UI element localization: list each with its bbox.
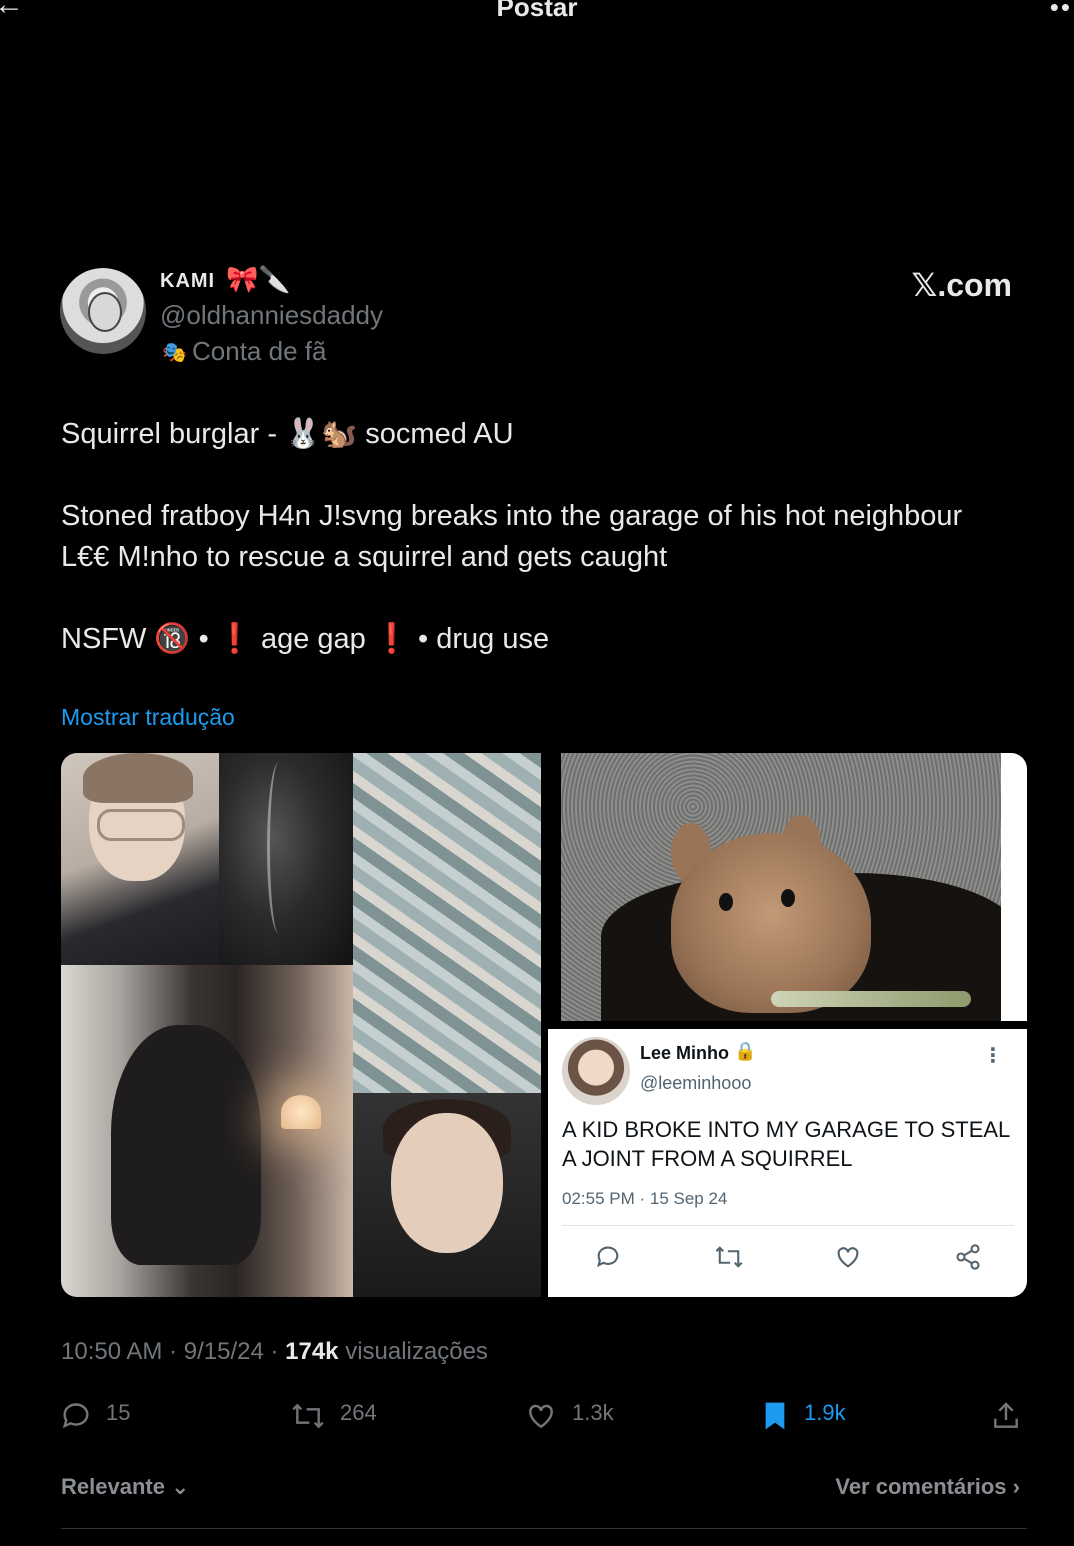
author-handle[interactable]: @oldhanniesdaddy: [160, 300, 383, 331]
divider: [61, 1528, 1027, 1529]
embedded-retweet-icon: [714, 1243, 744, 1278]
author-avatar[interactable]: [60, 268, 146, 354]
photo-smoke[interactable]: [219, 753, 353, 965]
embedded-divider: [562, 1225, 1014, 1226]
lock-icon: 🔒: [734, 1041, 757, 1061]
repost-icon: [290, 1398, 326, 1429]
tweet-meta: 10:50 AM · 9/15/24 · 174k visualizações: [61, 1338, 488, 1366]
photo-squirrel[interactable]: [561, 753, 1001, 1021]
tweet-text-line: NSFW 🔞 • ❗ age gap ❗ • drug use: [61, 623, 550, 655]
embedded-tweet-screenshot[interactable]: Lee Minho 🔒 @leeminhooo ⋮ A KID BROKE IN…: [548, 1029, 1027, 1297]
media-divider: [541, 753, 548, 1297]
photo-boy-glasses[interactable]: [61, 753, 219, 965]
share-button[interactable]: [990, 1398, 1036, 1432]
show-translation-link[interactable]: Mostrar tradução: [61, 704, 235, 731]
view-comments-link[interactable]: Ver comentários ›: [835, 1474, 1020, 1500]
reply-icon: [60, 1398, 92, 1429]
x-logo: 𝕏.com: [911, 267, 1012, 303]
view-count: 174k: [285, 1338, 339, 1365]
photo-hug[interactable]: [61, 965, 353, 1297]
reply-count: 15: [106, 1400, 131, 1425]
bookmark-count: 1.9k: [804, 1400, 846, 1425]
embedded-name: Lee Minho: [640, 1043, 729, 1063]
more-icon[interactable]: ••: [1050, 0, 1072, 23]
embedded-like-icon: [834, 1243, 862, 1278]
fan-account-label: Conta de fã: [192, 336, 327, 366]
embedded-handle: @leeminhooo: [640, 1073, 752, 1093]
repost-button[interactable]: 264: [290, 1398, 377, 1432]
bookmark-button[interactable]: 1.9k: [760, 1398, 846, 1432]
embedded-more-icon: ⋮: [983, 1045, 1003, 1067]
media-grid: Lee Minho 🔒 @leeminhooo ⋮ A KID BROKE IN…: [61, 753, 1027, 1297]
embedded-time: 02:55 PM · 15 Sep 24: [562, 1189, 728, 1208]
repost-count: 264: [340, 1400, 377, 1425]
reply-button[interactable]: 15: [60, 1398, 130, 1432]
bookmark-icon: [760, 1398, 790, 1429]
media-divider: [548, 1021, 1027, 1029]
mask-icon: 🎭: [162, 342, 187, 364]
photo-boy-tongue[interactable]: [353, 1093, 541, 1297]
tweet-text-line: Squirrel burglar - 🐰🐿️ socmed AU: [61, 418, 514, 450]
author-name-emojis: 🎀🔪: [226, 264, 291, 294]
author-name[interactable]: KAMI: [160, 270, 215, 293]
page-title: Postar: [496, 0, 578, 22]
embedded-reply-icon: [594, 1243, 622, 1278]
embedded-share-icon: [954, 1243, 982, 1278]
tweet-text-line: L€€ M!nho to rescue a squirrel and gets …: [61, 541, 668, 573]
heart-icon: [524, 1398, 558, 1429]
media-margin: [1001, 753, 1027, 1021]
like-button[interactable]: 1.3k: [524, 1398, 614, 1432]
share-icon: [990, 1398, 1022, 1429]
like-count: 1.3k: [572, 1400, 614, 1425]
sort-dropdown[interactable]: Relevante ⌄: [61, 1474, 190, 1500]
embedded-avatar: [562, 1037, 630, 1105]
tweet-text-line: Stoned fratboy H4n J!svng breaks into th…: [61, 500, 963, 532]
tweet-timestamp[interactable]: 10:50 AM · 9/15/24 ·: [61, 1338, 285, 1365]
views-label: visualizações: [338, 1338, 488, 1365]
embedded-text: A KID BROKE INTO MY GARAGE TO STEAL A JO…: [562, 1117, 1010, 1171]
photo-broken-glass[interactable]: [353, 753, 541, 1093]
